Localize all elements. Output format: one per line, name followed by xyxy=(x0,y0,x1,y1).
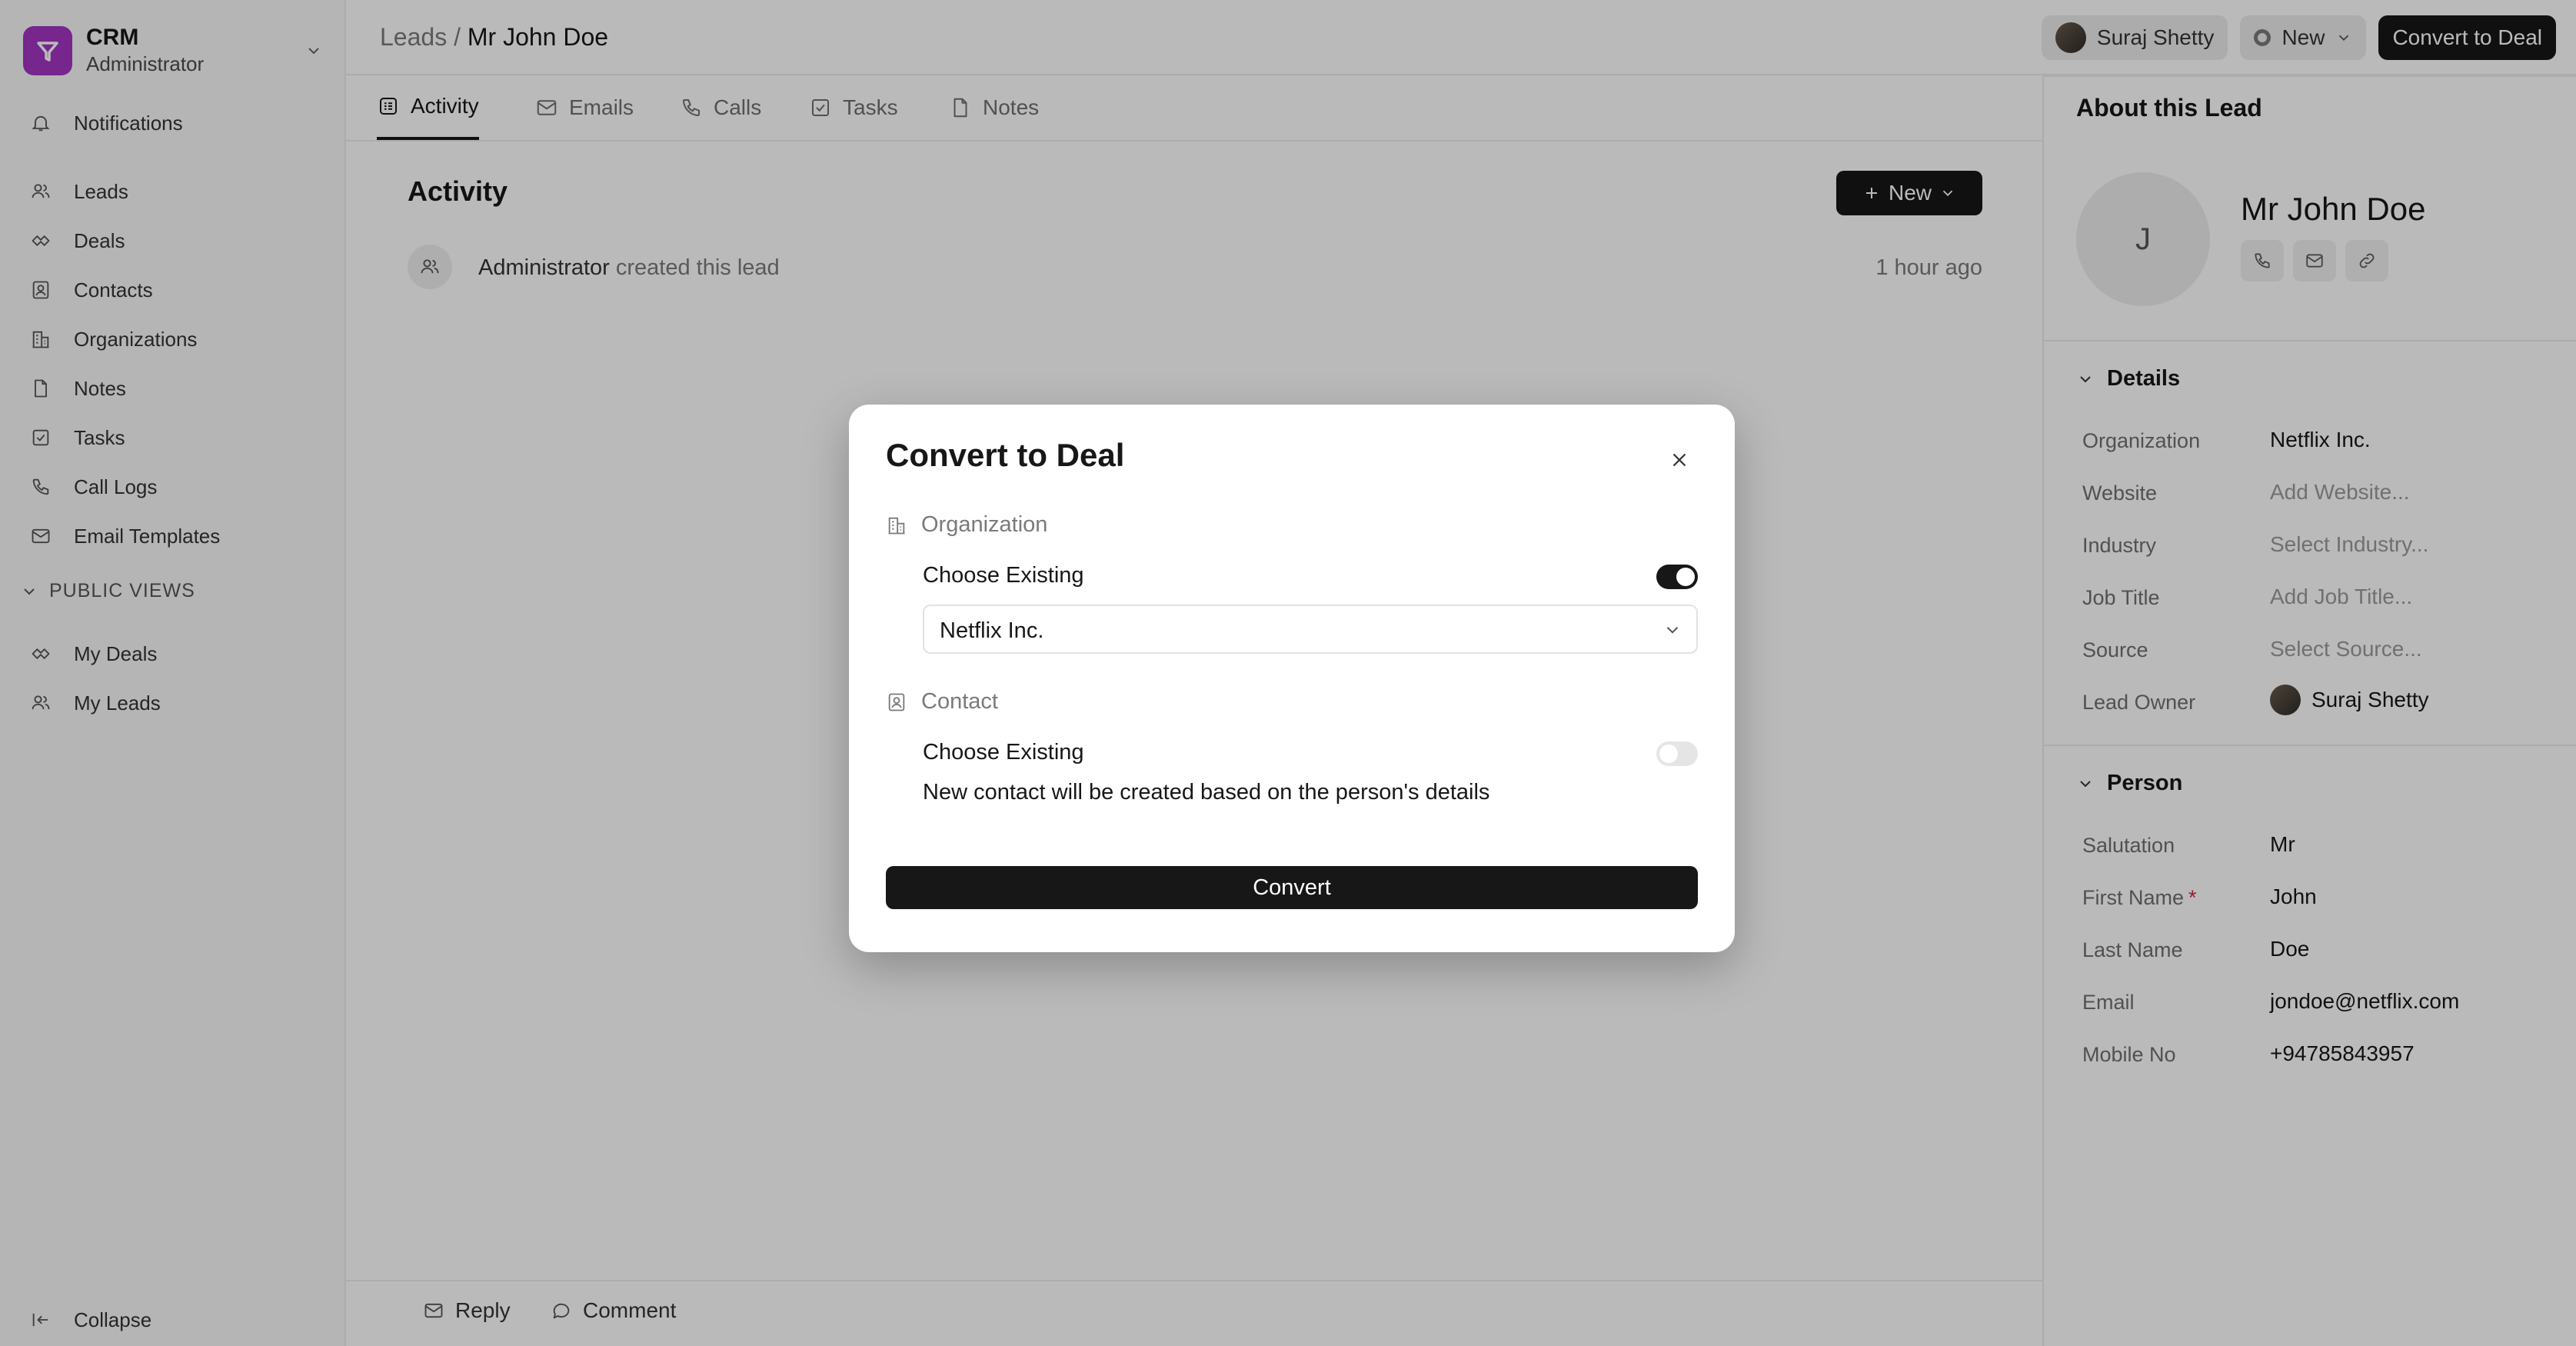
organization-select[interactable]: Netflix Inc. xyxy=(923,605,1698,654)
org-choose-existing-toggle[interactable] xyxy=(1656,565,1698,589)
contact-choose-existing-toggle[interactable] xyxy=(1656,741,1698,766)
organization-selected-value: Netflix Inc. xyxy=(940,618,1044,643)
close-button[interactable] xyxy=(1661,441,1698,478)
building-icon xyxy=(886,515,907,536)
contact-section: Contact xyxy=(886,689,998,715)
org-choose-existing-label: Choose Existing xyxy=(923,563,1084,588)
contact-choose-existing-label: Choose Existing xyxy=(923,740,1084,765)
close-icon xyxy=(1668,448,1691,471)
section-label: Organization xyxy=(921,512,1048,537)
contact-icon xyxy=(886,691,907,713)
contact-note: New contact will be created based on the… xyxy=(923,780,1490,805)
organization-section: Organization xyxy=(886,512,1047,538)
toggle-knob xyxy=(1676,568,1695,586)
dialog-title: Convert to Deal xyxy=(886,437,1125,473)
toggle-knob xyxy=(1659,745,1678,763)
convert-to-deal-dialog: Convert to Deal Organization Choose Exis… xyxy=(849,405,1735,952)
section-label: Contact xyxy=(921,689,998,714)
convert-button[interactable]: Convert xyxy=(886,866,1698,909)
chevron-down-icon xyxy=(1662,620,1682,640)
